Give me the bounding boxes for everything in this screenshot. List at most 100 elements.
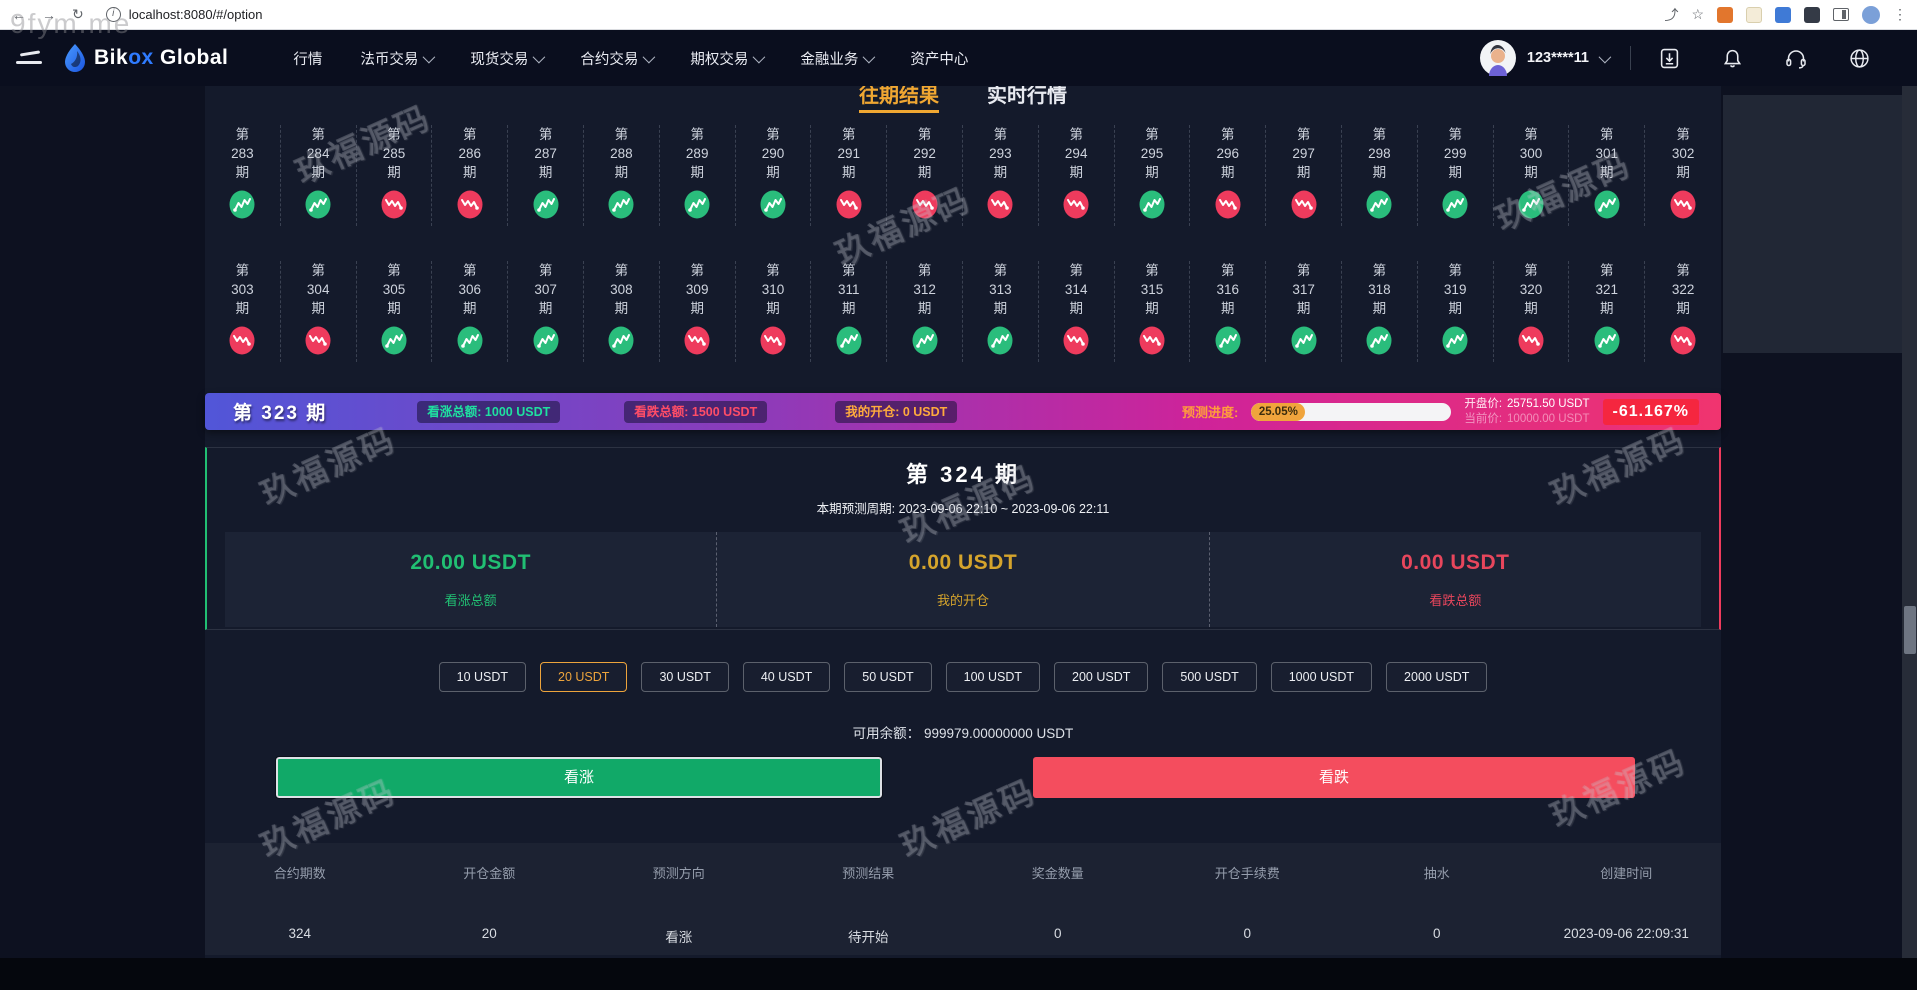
history-period-cell[interactable]: 第 300 期 (1494, 125, 1570, 226)
browser-profile-icon[interactable] (1862, 5, 1880, 24)
history-period-cell[interactable]: 第 315 期 (1115, 261, 1191, 362)
bet-up-button[interactable]: 看涨 (275, 756, 883, 799)
period-text-line: 第 (463, 263, 477, 278)
history-period-cell[interactable]: 第 309 期 (660, 261, 736, 362)
history-period-cell[interactable]: 第 308 期 (584, 261, 660, 362)
refresh-icon[interactable]: ↻ (72, 6, 84, 23)
trend-down-icon (1670, 190, 1696, 224)
period-text-line: 第 (1069, 263, 1083, 278)
history-period-cell[interactable]: 第 292 期 (887, 125, 963, 226)
extension-light-icon[interactable] (1746, 6, 1762, 23)
history-period-cell[interactable]: 第 313 期 (963, 261, 1039, 362)
history-period-cell[interactable]: 第 299 期 (1418, 125, 1494, 226)
period-text-line: 期 (387, 165, 401, 180)
avatar[interactable] (1479, 39, 1517, 77)
amount-chip-1000[interactable]: 1000 USDT (1270, 662, 1373, 692)
trend-up-icon (1594, 326, 1620, 360)
history-period-cell[interactable]: 第 291 期 (811, 125, 888, 226)
amount-chip-2000[interactable]: 2000 USDT (1386, 662, 1488, 692)
history-period-cell[interactable]: 第 304 期 (281, 261, 357, 362)
tab-2[interactable]: 实时行情 (987, 86, 1067, 113)
history-period-cell[interactable]: 第 303 期 (205, 261, 281, 362)
history-period-cell[interactable]: 第 283 期 (205, 125, 281, 226)
download-icon[interactable] (1659, 48, 1680, 69)
split-view-icon[interactable] (1833, 8, 1849, 21)
menu-item-6[interactable]: 金融业务 (781, 48, 891, 69)
share-icon[interactable]: ⤴ (1664, 5, 1678, 25)
history-period-cell[interactable]: 第 310 期 (736, 261, 812, 362)
menu-item-7[interactable]: 资产中心 (891, 48, 987, 69)
amount-chip-500[interactable]: 500 USDT (1162, 662, 1257, 692)
history-period-cell[interactable]: 第 289 期 (660, 125, 736, 226)
menu-item-3[interactable]: 现货交易 (451, 48, 561, 69)
history-period-cell[interactable]: 第 317 期 (1266, 261, 1342, 362)
history-period-cell[interactable]: 第 301 期 (1569, 125, 1646, 226)
right-panel-strip (1723, 95, 1902, 353)
history-period-cell[interactable]: 第 285 期 (357, 125, 433, 226)
extension-orange-icon[interactable] (1717, 6, 1733, 23)
amount-chip-10[interactable]: 10 USDT (438, 662, 527, 692)
history-period-cell[interactable]: 第 305 期 (357, 261, 433, 362)
brand-logo[interactable]: Bikox Global (62, 43, 228, 73)
amount-chip-30[interactable]: 30 USDT (641, 662, 729, 692)
history-period-cell[interactable]: 第 322 期 (1645, 261, 1721, 362)
hamburger-menu-icon[interactable] (16, 49, 42, 67)
amount-chip-50[interactable]: 50 USDT (844, 662, 932, 692)
period-text-line: 292 (913, 146, 936, 161)
history-period-cell[interactable]: 第 294 期 (1039, 125, 1115, 226)
headset-icon[interactable] (1785, 48, 1807, 69)
bet-down-button[interactable]: 看跌 (1033, 757, 1635, 798)
extension-dark-icon[interactable] (1804, 6, 1820, 23)
history-period-cell[interactable]: 第 288 期 (584, 125, 660, 226)
amount-chip-200[interactable]: 200 USDT (1054, 662, 1149, 692)
period-text-line: 期 (842, 165, 856, 180)
tab-1[interactable]: 往期结果 (859, 86, 939, 113)
menu-item-2[interactable]: 法币交易 (341, 48, 451, 69)
history-period-cell[interactable]: 第 306 期 (432, 261, 509, 362)
amount-options: 10 USDT 20 USDT 30 USDT 40 USDT 50 USDT 100 U… (205, 662, 1721, 692)
history-period-cell[interactable]: 第 296 期 (1190, 125, 1267, 226)
history-period-cell[interactable]: 第 293 期 (963, 125, 1039, 226)
menu-item-1[interactable]: 行情 (274, 48, 341, 69)
amount-chip-20[interactable]: 20 USDT (540, 662, 628, 692)
history-period-cell[interactable]: 第 295 期 (1115, 125, 1191, 226)
scrollbar-track[interactable] (1902, 30, 1917, 990)
globe-icon[interactable] (1849, 48, 1870, 69)
history-period-cell[interactable]: 第 319 期 (1418, 261, 1494, 362)
history-period-cell[interactable]: 第 318 期 (1342, 261, 1418, 362)
trend-up-icon (1594, 190, 1620, 224)
history-period-cell[interactable]: 第 320 期 (1494, 261, 1570, 362)
url-text[interactable]: localhost:8080/#/option (129, 7, 263, 22)
history-period-cell[interactable]: 第 311 期 (811, 261, 888, 362)
history-period-cell[interactable]: 第 297 期 (1266, 125, 1342, 226)
period-text-line: 第 (614, 263, 629, 278)
history-period-cell[interactable]: 第 298 期 (1342, 125, 1418, 226)
forward-icon[interactable]: → (42, 7, 56, 23)
site-info-icon[interactable]: i (105, 7, 121, 22)
username[interactable]: 123****11 (1527, 50, 1589, 66)
amount-chip-100[interactable]: 100 USDT (945, 662, 1041, 692)
bell-icon[interactable] (1722, 48, 1743, 69)
scrollbar-thumb[interactable] (1903, 606, 1916, 654)
history-period-cell[interactable]: 第 312 期 (887, 261, 963, 362)
history-period-cell[interactable]: 第 287 期 (508, 125, 584, 226)
trend-up-icon (533, 326, 559, 360)
chevron-down-icon[interactable] (1598, 50, 1612, 63)
back-icon[interactable]: ← (12, 7, 26, 23)
history-period-cell[interactable]: 第 284 期 (281, 125, 357, 226)
history-period-cell[interactable]: 第 302 期 (1645, 125, 1721, 226)
amount-chip-40[interactable]: 40 USDT (742, 662, 831, 692)
extension-blue-icon[interactable] (1775, 6, 1791, 23)
menu-dots-icon[interactable]: ⋮ (1893, 6, 1907, 23)
period-text-line: 第 (463, 127, 477, 142)
history-period-cell[interactable]: 第 307 期 (508, 261, 584, 362)
menu-item-5[interactable]: 期权交易 (671, 48, 781, 69)
history-period-cell[interactable]: 第 286 期 (432, 125, 509, 226)
star-icon[interactable]: ☆ (1691, 6, 1704, 23)
history-period-cell[interactable]: 第 314 期 (1039, 261, 1115, 362)
period-text-line: 303 (231, 282, 254, 297)
history-period-cell[interactable]: 第 321 期 (1569, 261, 1646, 362)
history-period-cell[interactable]: 第 316 期 (1190, 261, 1267, 362)
menu-item-4[interactable]: 合约交易 (561, 48, 671, 69)
history-period-cell[interactable]: 第 290 期 (736, 125, 812, 226)
